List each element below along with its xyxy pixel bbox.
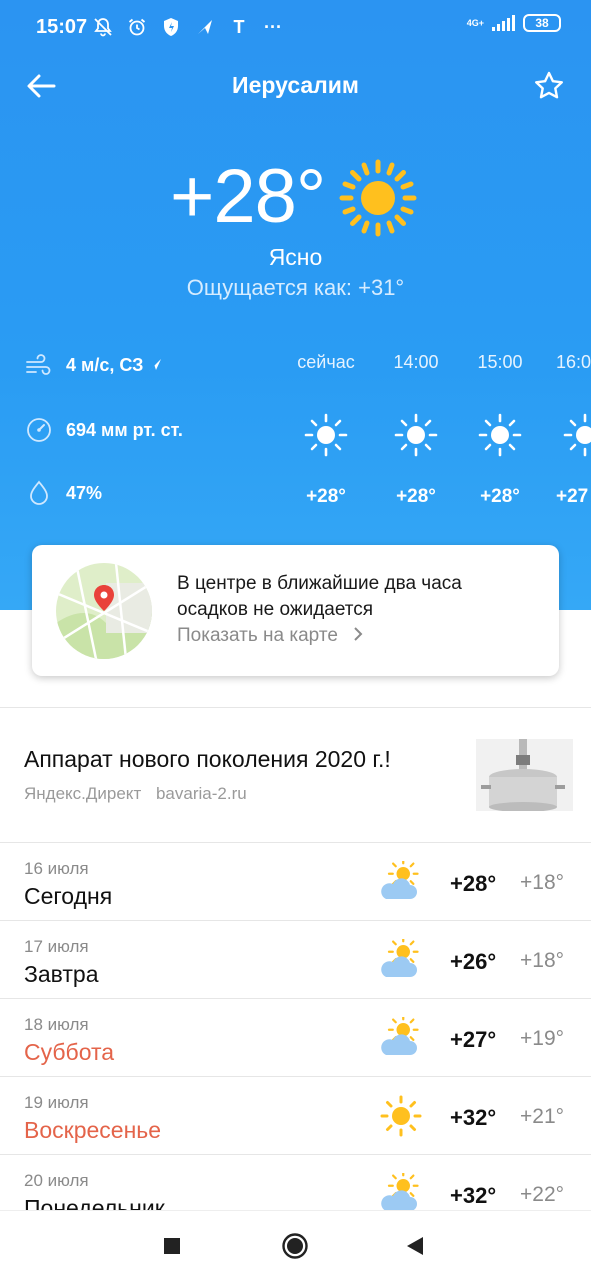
sun-icon (478, 413, 522, 457)
home-circle-icon (282, 1233, 308, 1259)
home-button[interactable] (280, 1231, 310, 1261)
hourly-item[interactable]: сейчас +28° (291, 352, 361, 508)
wind-direction-icon (149, 359, 162, 371)
forecast-day-name: Завтра (24, 961, 99, 987)
forecast-date: 18 июля (24, 1015, 89, 1034)
forecast-day-name: Суббота (24, 1039, 115, 1065)
nav-back-button[interactable] (400, 1231, 430, 1261)
favorite-button[interactable] (533, 70, 565, 102)
ad-image[interactable] (476, 739, 573, 811)
triangle-back-icon (407, 1237, 423, 1255)
status-time: 15:07 (36, 16, 88, 38)
forecast-max-temp: +27° (450, 1027, 497, 1052)
hour-temp: +28° (396, 486, 436, 507)
send-icon (194, 16, 216, 38)
forecast-row[interactable]: 17 июля Завтра +26° +18° (0, 921, 591, 999)
humidity-value: 47% (66, 482, 103, 503)
feels-like-text: Ощущается как: +31° (186, 275, 405, 300)
hour-temp: +27 (556, 486, 589, 507)
hour-temp: +28° (306, 486, 346, 507)
signal-icon (492, 15, 515, 31)
shield-icon (160, 16, 182, 38)
forecast-date: 20 июля (24, 1171, 89, 1190)
forecast-max-temp: +26° (450, 949, 497, 974)
forecast-min-temp: +18° (520, 949, 565, 972)
chevron-right-icon (354, 627, 363, 641)
forecast-min-temp: +19° (520, 1027, 565, 1050)
hourly-item[interactable]: 15:00 +28° (465, 352, 535, 508)
sun-icon (394, 413, 438, 457)
hour-temp: +28° (480, 486, 520, 507)
ad-source: Яндекс.Директ bavaria-2.ru (24, 784, 247, 804)
ad-domain[interactable]: bavaria-2.ru (156, 784, 247, 803)
tinkoff-icon: T (233, 16, 245, 37)
sun-cloud-icon (381, 1173, 419, 1211)
forecast-min-temp: +18° (520, 871, 565, 894)
pressure-value: 694 мм рт. ст. (66, 419, 183, 440)
network-type: 4G+ (466, 17, 484, 28)
toolbar: Иерусалим (0, 60, 591, 112)
sun-cloud-icon (381, 939, 419, 977)
sun-cloud-icon (381, 861, 419, 899)
divider (0, 707, 591, 708)
forecast-max-temp: +32° (450, 1105, 497, 1130)
forecast-day-name: Воскресенье (24, 1117, 162, 1143)
show-on-map-link[interactable]: Показать на карте (177, 625, 365, 647)
mute-bell-icon (92, 16, 114, 38)
alarm-icon (126, 16, 148, 38)
forecast-date: 16 июля (24, 859, 89, 878)
humidity-row: 47% (24, 478, 102, 508)
condition-text: Ясно (268, 244, 323, 270)
hour-label: 15:00 (477, 352, 523, 372)
status-right: 4G+ 38 (467, 14, 561, 32)
wind-row: 4 м/с, СЗ (24, 350, 163, 380)
forecast-date: 19 июля (24, 1093, 89, 1112)
status-bar: 15:07 T ··· 4G+ 38 (0, 0, 591, 56)
recents-button[interactable] (157, 1231, 187, 1261)
star-outline-icon (535, 71, 563, 99)
nowcast-text: В центре в ближайшие два часа осадков не… (177, 573, 462, 620)
city-title: Иерусалим (232, 72, 359, 98)
pressure-row: 694 мм рт. ст. (24, 415, 183, 445)
drop-icon (30, 480, 48, 505)
hour-label: сейчас (297, 352, 355, 372)
ad-title[interactable]: Аппарат нового поколения 2020 г.! (24, 746, 391, 773)
forecast-row[interactable]: 18 июля Суббота +27° +19° (0, 999, 591, 1077)
battery-icon: 38 (523, 14, 561, 32)
hour-label: 14:00 (393, 352, 439, 372)
forecast-max-temp: +32° (450, 1183, 497, 1208)
current-temperature: +28° (170, 154, 326, 239)
more-icon: ··· (264, 16, 282, 37)
square-icon (164, 1238, 180, 1254)
show-on-map-label: Показать на карте (177, 625, 338, 646)
sun-icon (380, 1095, 422, 1137)
hourly-item[interactable]: 16:0 +27 (556, 352, 591, 508)
status-icons: T ··· (92, 14, 284, 40)
map-thumbnail[interactable] (56, 563, 152, 659)
wind-value: 4 м/с, СЗ (66, 354, 144, 375)
forecast-row[interactable]: 19 июля Воскресенье +32° +21° (0, 1077, 591, 1155)
pressure-icon (27, 418, 51, 442)
hourly-item[interactable]: 14:00 +28° (381, 352, 451, 508)
forecast-min-temp: +21° (520, 1105, 565, 1128)
nowcast-card[interactable]: В центре в ближайшие два часа осадков не… (32, 545, 559, 676)
ad-network: Яндекс.Директ (24, 784, 142, 803)
wind-icon (26, 354, 51, 375)
forecast-date: 17 июля (24, 937, 89, 956)
sun-icon (339, 159, 417, 237)
system-nav-bar (0, 1210, 591, 1280)
forecast-min-temp: +22° (520, 1183, 565, 1206)
forecast-max-temp: +28° (450, 871, 497, 896)
sun-cloud-icon (381, 1017, 419, 1055)
weather-screen: 15:07 T ··· 4G+ 38 Иерусалим +28° Ясно О… (0, 0, 591, 1280)
forecast-day-name: Сегодня (24, 883, 113, 909)
hour-label: 16:0 (556, 352, 591, 372)
sun-icon (304, 413, 348, 457)
sun-icon (563, 413, 591, 457)
forecast-row[interactable]: 16 июля Сегодня +28° +18° (0, 843, 591, 921)
